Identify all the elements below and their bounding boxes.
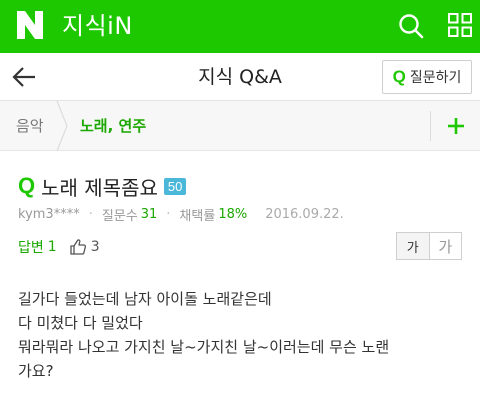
font-large-button[interactable]: 가: [429, 233, 461, 259]
font-size-toggle: 가 가: [396, 232, 462, 260]
naver-logo-icon[interactable]: [13, 8, 47, 42]
question-q-icon: Q: [18, 173, 36, 198]
answer-like-row: 답변 1 3: [18, 236, 100, 258]
plus-icon[interactable]: [443, 113, 469, 139]
chevron-right-icon: [56, 101, 68, 151]
body-line: 길가다 들었는데 남자 아이돌 노래같은데: [18, 290, 272, 308]
thumbs-up-icon[interactable]: [69, 238, 87, 256]
answers-label[interactable]: 답변: [18, 237, 44, 257]
question-meta: kym3**** · 질문수 31 · 채택률 18% 2016.09.22.: [18, 205, 344, 224]
adopt-rate-label: 채택률: [179, 208, 216, 224]
question-title: 노래 제목좀요: [41, 175, 158, 200]
separator-dot: ·: [166, 206, 171, 222]
answers-count[interactable]: 1: [48, 239, 57, 255]
question-count-label: 질문수: [101, 208, 138, 224]
breadcrumb-current[interactable]: 노래, 연주: [80, 101, 146, 151]
question-count: 31: [140, 206, 158, 222]
brand-label: 지식iN: [62, 12, 133, 40]
font-small-button[interactable]: 가: [397, 233, 430, 259]
like-count: 3: [90, 239, 100, 255]
question-date: 2016.09.22.: [265, 206, 344, 222]
question-title-row: Q 노래 제목좀요 50: [18, 172, 187, 200]
question-body: 길가다 들었는데 남자 아이돌 노래같은데 다 미쳤다 다 밀었다 뭐라뭐라 나…: [18, 287, 468, 383]
breadcrumb-parent[interactable]: 음악: [16, 101, 44, 151]
body-line: 뭐라뭐라 나오고 가지친 날~가지친 날~이러는데 무슨 노랜: [18, 338, 390, 356]
reward-badge: 50: [163, 177, 187, 195]
sub-header: 지식 Q&A Q 질문하기: [0, 53, 480, 101]
search-icon[interactable]: [396, 11, 426, 41]
q-icon: Q: [392, 67, 406, 86]
service-name[interactable]: 지식iN: [62, 11, 133, 41]
grid-menu-icon[interactable]: [447, 12, 473, 38]
back-arrow-icon[interactable]: [10, 63, 38, 91]
body-line: 다 미쳤다 다 밀었다: [18, 314, 143, 332]
separator-dot: ·: [88, 206, 93, 222]
breadcrumb: 음악 노래, 연주: [0, 101, 480, 151]
author-id[interactable]: kym3****: [18, 207, 80, 222]
divider: [430, 111, 431, 141]
body-line: 가요?: [18, 362, 54, 380]
top-header: 지식iN: [0, 0, 480, 53]
adopt-rate: 18%: [218, 206, 248, 222]
ask-question-label: 질문하기: [409, 70, 462, 86]
ask-question-button[interactable]: Q 질문하기: [382, 60, 472, 94]
